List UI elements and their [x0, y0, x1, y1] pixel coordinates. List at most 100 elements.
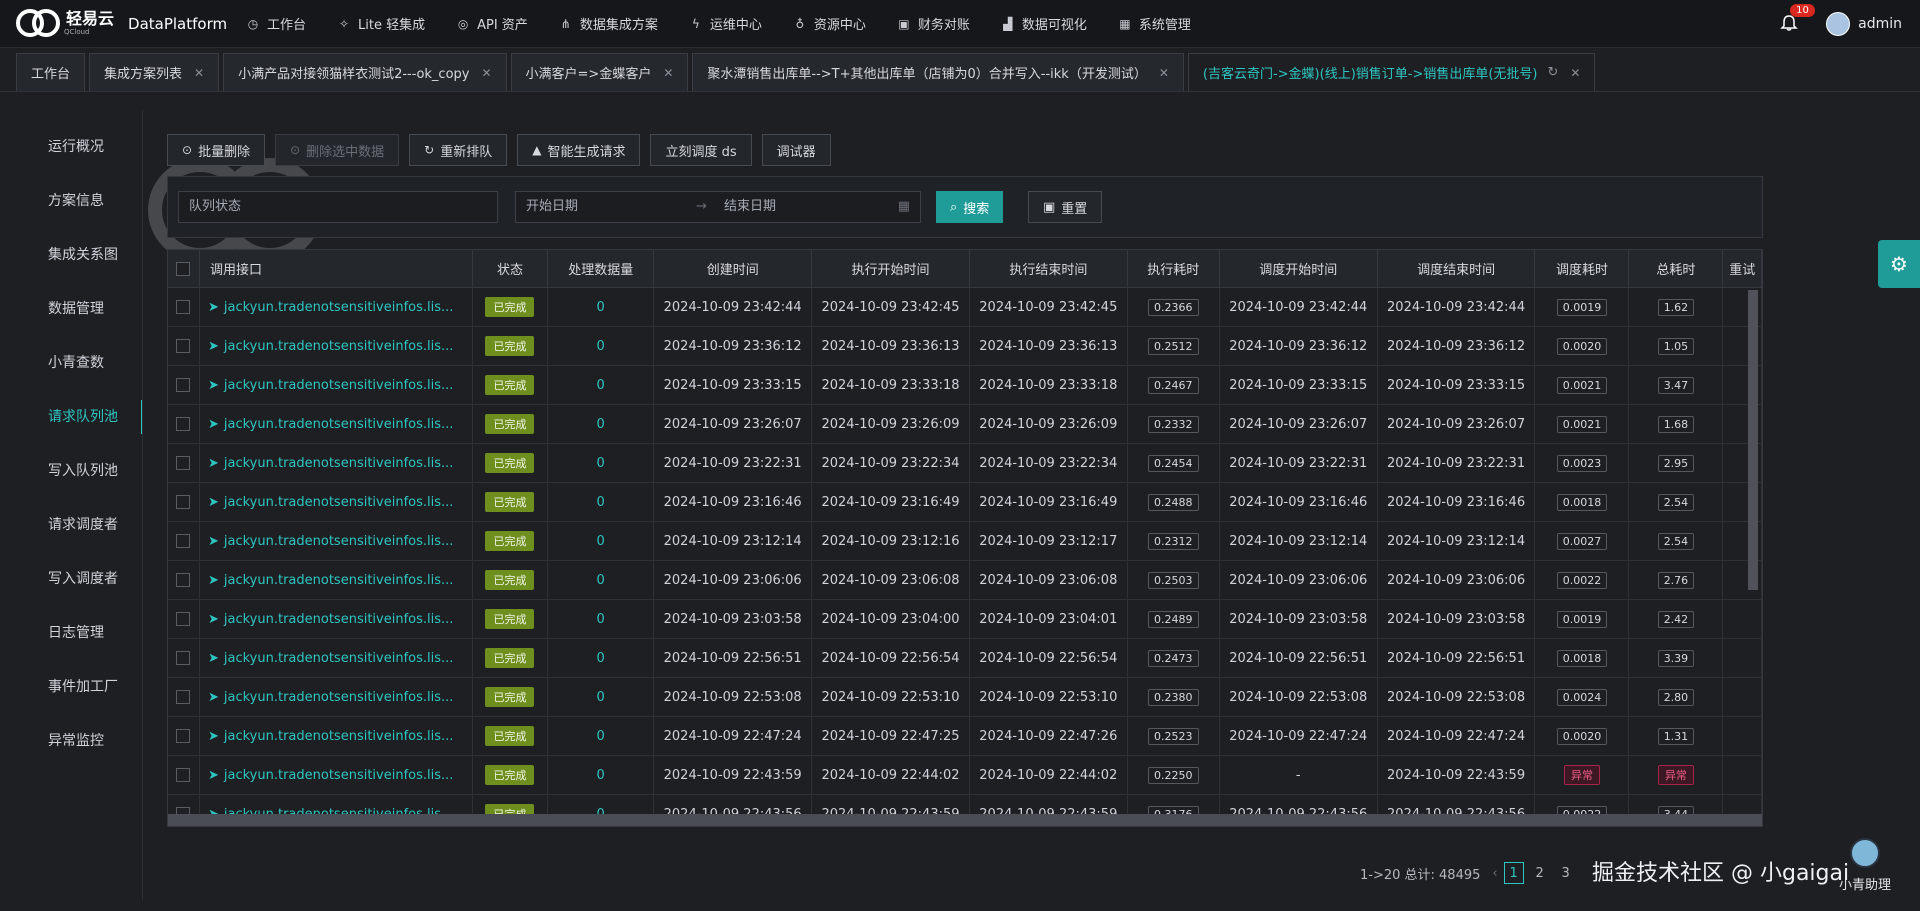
- row-checkbox[interactable]: [176, 573, 191, 587]
- row-select-cell[interactable]: [168, 405, 200, 443]
- api-link[interactable]: jackyun.tradenotsensitiveinfos.lis...: [224, 573, 454, 588]
- table-row[interactable]: ➤ jackyun.tradenotsensitiveinfos.lis... 已完…: [168, 366, 1762, 405]
- api-cell[interactable]: ➤ jackyun.tradenotsensitiveinfos.lis...: [200, 561, 473, 599]
- row-select-cell[interactable]: [168, 522, 200, 560]
- requeue-button[interactable]: ↻ 重新排队: [409, 134, 508, 166]
- page-tab[interactable]: 小满产品对接领猫样衣测试2---ok_copy ✕: [223, 53, 507, 91]
- row-select-cell[interactable]: [168, 444, 200, 482]
- top-nav-item[interactable]: ◷ 工作台: [230, 0, 321, 48]
- column-header[interactable]: 总耗时: [1629, 250, 1724, 287]
- api-cell[interactable]: ➤ jackyun.tradenotsensitiveinfos.lis...: [200, 327, 473, 365]
- api-cell[interactable]: ➤ jackyun.tradenotsensitiveinfos.lis...: [200, 483, 473, 521]
- reset-button[interactable]: ▣ 重置: [1028, 191, 1103, 223]
- api-link[interactable]: jackyun.tradenotsensitiveinfos.lis...: [224, 534, 454, 549]
- table-row[interactable]: ➤ jackyun.tradenotsensitiveinfos.lis... 已完…: [168, 561, 1762, 600]
- column-header[interactable]: 状态: [473, 250, 549, 287]
- delete-selected-button[interactable]: ⊙ 删除选中数据: [275, 134, 400, 166]
- row-checkbox[interactable]: [176, 768, 191, 782]
- row-checkbox[interactable]: [176, 612, 191, 626]
- notification-bell-icon[interactable]: 10: [1780, 4, 1815, 34]
- row-select-cell[interactable]: [168, 600, 200, 638]
- row-checkbox[interactable]: [176, 690, 191, 704]
- row-select-cell[interactable]: [168, 483, 200, 521]
- table-row[interactable]: ➤ jackyun.tradenotsensitiveinfos.lis... 已完…: [168, 678, 1762, 717]
- side-menu-item[interactable]: 数据管理: [0, 282, 143, 336]
- column-header[interactable]: 执行开始时间: [812, 250, 970, 287]
- row-select-cell[interactable]: [168, 678, 200, 716]
- top-nav-item[interactable]: ▣ 财务对账: [881, 0, 985, 48]
- close-icon[interactable]: ✕: [481, 66, 491, 80]
- api-link[interactable]: jackyun.tradenotsensitiveinfos.lis...: [224, 300, 454, 315]
- settings-gear-icon[interactable]: ⚙: [1878, 240, 1920, 288]
- column-header[interactable]: 调度耗时: [1535, 250, 1630, 287]
- top-nav-item[interactable]: ◎ API 资产: [440, 0, 543, 48]
- api-link[interactable]: jackyun.tradenotsensitiveinfos.lis...: [224, 690, 454, 705]
- side-menu-item[interactable]: 日志管理: [0, 606, 143, 660]
- row-checkbox[interactable]: [176, 456, 191, 470]
- table-row[interactable]: ➤ jackyun.tradenotsensitiveinfos.lis... 已完…: [168, 327, 1762, 366]
- debugger-button[interactable]: 调试器: [761, 134, 831, 166]
- api-link[interactable]: jackyun.tradenotsensitiveinfos.lis...: [224, 612, 454, 627]
- prev-page-icon[interactable]: ‹: [1492, 866, 1497, 881]
- table-row[interactable]: ➤ jackyun.tradenotsensitiveinfos.lis... 已完…: [168, 522, 1762, 561]
- top-nav-item[interactable]: ▟ 数据可视化: [985, 0, 1102, 48]
- side-menu-item[interactable]: 请求队列池: [0, 390, 143, 444]
- top-nav-item[interactable]: ϟ 运维中心: [673, 0, 777, 48]
- page-number[interactable]: 3: [1556, 862, 1576, 884]
- row-checkbox[interactable]: [176, 495, 191, 509]
- avatar[interactable]: [1826, 12, 1851, 36]
- api-link[interactable]: jackyun.tradenotsensitiveinfos.lis...: [224, 495, 454, 510]
- page-tab[interactable]: (吉客云奇门->金蝶)(线上)销售订单->销售出库单(无批号) ↻ ✕: [1187, 53, 1596, 91]
- page-tab[interactable]: 工作台: [16, 53, 86, 91]
- date-range-picker[interactable]: 开始日期 → 结束日期 ▦: [515, 191, 921, 223]
- api-cell[interactable]: ➤ jackyun.tradenotsensitiveinfos.lis...: [200, 600, 473, 638]
- search-button[interactable]: ⌕ 搜索: [936, 191, 1004, 223]
- side-menu-item[interactable]: 方案信息: [0, 174, 143, 228]
- select-all-cell[interactable]: [168, 250, 200, 287]
- column-header[interactable]: 处理数据量: [548, 250, 655, 287]
- close-icon[interactable]: ✕: [663, 66, 673, 80]
- api-cell[interactable]: ➤ jackyun.tradenotsensitiveinfos.lis...: [200, 405, 473, 443]
- row-select-cell[interactable]: [168, 756, 200, 794]
- page-tab[interactable]: 集成方案列表 ✕: [89, 53, 220, 91]
- top-nav-item[interactable]: ✧ Lite 轻集成: [321, 0, 440, 48]
- row-select-cell[interactable]: [168, 717, 200, 755]
- column-header[interactable]: 调度结束时间: [1378, 250, 1536, 287]
- column-header[interactable]: 调度开始时间: [1220, 250, 1378, 287]
- row-checkbox[interactable]: [176, 417, 191, 431]
- horizontal-scrollbar[interactable]: [168, 814, 1762, 826]
- api-link[interactable]: jackyun.tradenotsensitiveinfos.lis...: [224, 768, 454, 783]
- side-menu-item[interactable]: 事件加工厂: [0, 660, 143, 714]
- top-nav-item[interactable]: ⋔ 数据集成方案: [543, 0, 673, 48]
- api-cell[interactable]: ➤ jackyun.tradenotsensitiveinfos.lis...: [200, 522, 473, 560]
- table-row[interactable]: ➤ jackyun.tradenotsensitiveinfos.lis... 已完…: [168, 756, 1762, 795]
- row-checkbox[interactable]: [176, 300, 191, 314]
- api-cell[interactable]: ➤ jackyun.tradenotsensitiveinfos.lis...: [200, 639, 473, 677]
- table-row[interactable]: ➤ jackyun.tradenotsensitiveinfos.lis... 已完…: [168, 717, 1762, 756]
- api-cell[interactable]: ➤ jackyun.tradenotsensitiveinfos.lis...: [200, 444, 473, 482]
- side-menu-item[interactable]: 异常监控: [0, 714, 143, 768]
- api-link[interactable]: jackyun.tradenotsensitiveinfos.lis...: [224, 456, 454, 471]
- api-cell[interactable]: ➤ jackyun.tradenotsensitiveinfos.lis...: [200, 717, 473, 755]
- dispatch-now-button[interactable]: 立刻调度 ds: [650, 134, 752, 166]
- side-menu-item[interactable]: 写入调度者: [0, 552, 143, 606]
- api-link[interactable]: jackyun.tradenotsensitiveinfos.lis...: [224, 417, 454, 432]
- api-link[interactable]: jackyun.tradenotsensitiveinfos.lis...: [224, 651, 454, 666]
- api-cell[interactable]: ➤ jackyun.tradenotsensitiveinfos.lis...: [200, 678, 473, 716]
- table-row[interactable]: ➤ jackyun.tradenotsensitiveinfos.lis... 已完…: [168, 483, 1762, 522]
- top-nav-item[interactable]: ♁ 资源中心: [777, 0, 881, 48]
- vertical-scrollbar[interactable]: [1748, 290, 1758, 590]
- page-tab[interactable]: 小满客户=>金蝶客户 ✕: [510, 53, 689, 91]
- table-row[interactable]: ➤ jackyun.tradenotsensitiveinfos.lis... 已完…: [168, 444, 1762, 483]
- api-link[interactable]: jackyun.tradenotsensitiveinfos.lis...: [224, 339, 454, 354]
- side-menu-item[interactable]: 集成关系图: [0, 228, 143, 282]
- close-icon[interactable]: ✕: [1159, 66, 1169, 80]
- batch-delete-button[interactable]: ⊙ 批量删除: [167, 134, 266, 166]
- row-select-cell[interactable]: [168, 366, 200, 404]
- side-menu-item[interactable]: 运行概况: [0, 120, 143, 174]
- queue-status-select[interactable]: 队列状态: [178, 191, 498, 223]
- side-menu-item[interactable]: 写入队列池: [0, 444, 143, 498]
- column-header[interactable]: 创建时间: [654, 250, 813, 287]
- column-header[interactable]: 重试: [1723, 250, 1762, 287]
- table-row[interactable]: ➤ jackyun.tradenotsensitiveinfos.lis... 已完…: [168, 288, 1762, 327]
